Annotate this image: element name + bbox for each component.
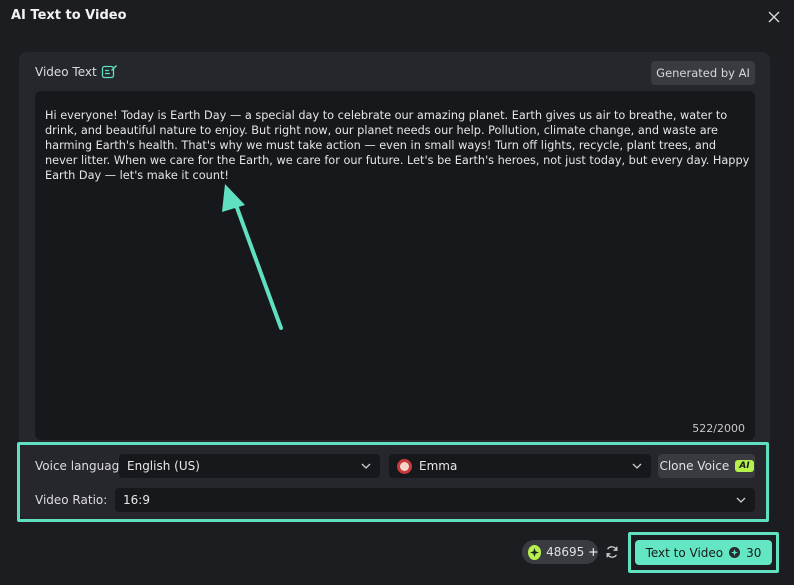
ai-badge: AI [735, 460, 754, 472]
credit-cost-icon [729, 547, 741, 558]
edit-icon[interactable] [101, 64, 118, 80]
video-text-input[interactable]: Hi everyone! Today is Earth Day — a spec… [35, 91, 755, 440]
credits-balance[interactable]: 48695 [522, 540, 598, 564]
video-text-content[interactable]: Hi everyone! Today is Earth Day — a spec… [45, 108, 750, 183]
video-text-header: Video Text [35, 64, 118, 80]
refresh-icon[interactable] [605, 545, 619, 559]
close-button[interactable] [763, 6, 785, 28]
voice-language-label: Voice language: [35, 459, 131, 473]
voice-language-value: English (US) [127, 459, 200, 473]
video-ratio-select[interactable]: 16:9 [115, 488, 755, 512]
text-to-video-label: Text to Video [645, 545, 724, 560]
chevron-down-icon [736, 497, 746, 503]
video-text-label: Video Text [35, 65, 97, 79]
video-ratio-value: 16:9 [123, 493, 150, 507]
chevron-down-icon [361, 463, 371, 469]
voice-name: Emma [419, 459, 458, 473]
clone-voice-button[interactable]: Clone Voice AI [658, 454, 755, 478]
plus-icon[interactable] [589, 547, 598, 557]
credits-value: 48695 [546, 545, 585, 559]
close-icon [768, 11, 780, 23]
credit-icon [528, 544, 542, 560]
voice-select[interactable]: Emma [389, 454, 651, 478]
voice-language-select[interactable]: English (US) [119, 454, 380, 478]
video-ratio-label: Video Ratio: [35, 493, 108, 507]
character-counter: 522/2000 [692, 422, 745, 435]
chevron-down-icon [632, 463, 642, 469]
clone-voice-label: Clone Voice [659, 459, 730, 473]
voice-avatar [397, 458, 412, 474]
generated-by-ai-button[interactable]: Generated by AI [651, 61, 755, 85]
text-to-video-button[interactable]: Text to Video 30 [635, 540, 772, 565]
text-to-video-cost: 30 [746, 545, 762, 560]
window-title: AI Text to Video [11, 8, 127, 23]
title-bar: AI Text to Video [0, 0, 794, 34]
